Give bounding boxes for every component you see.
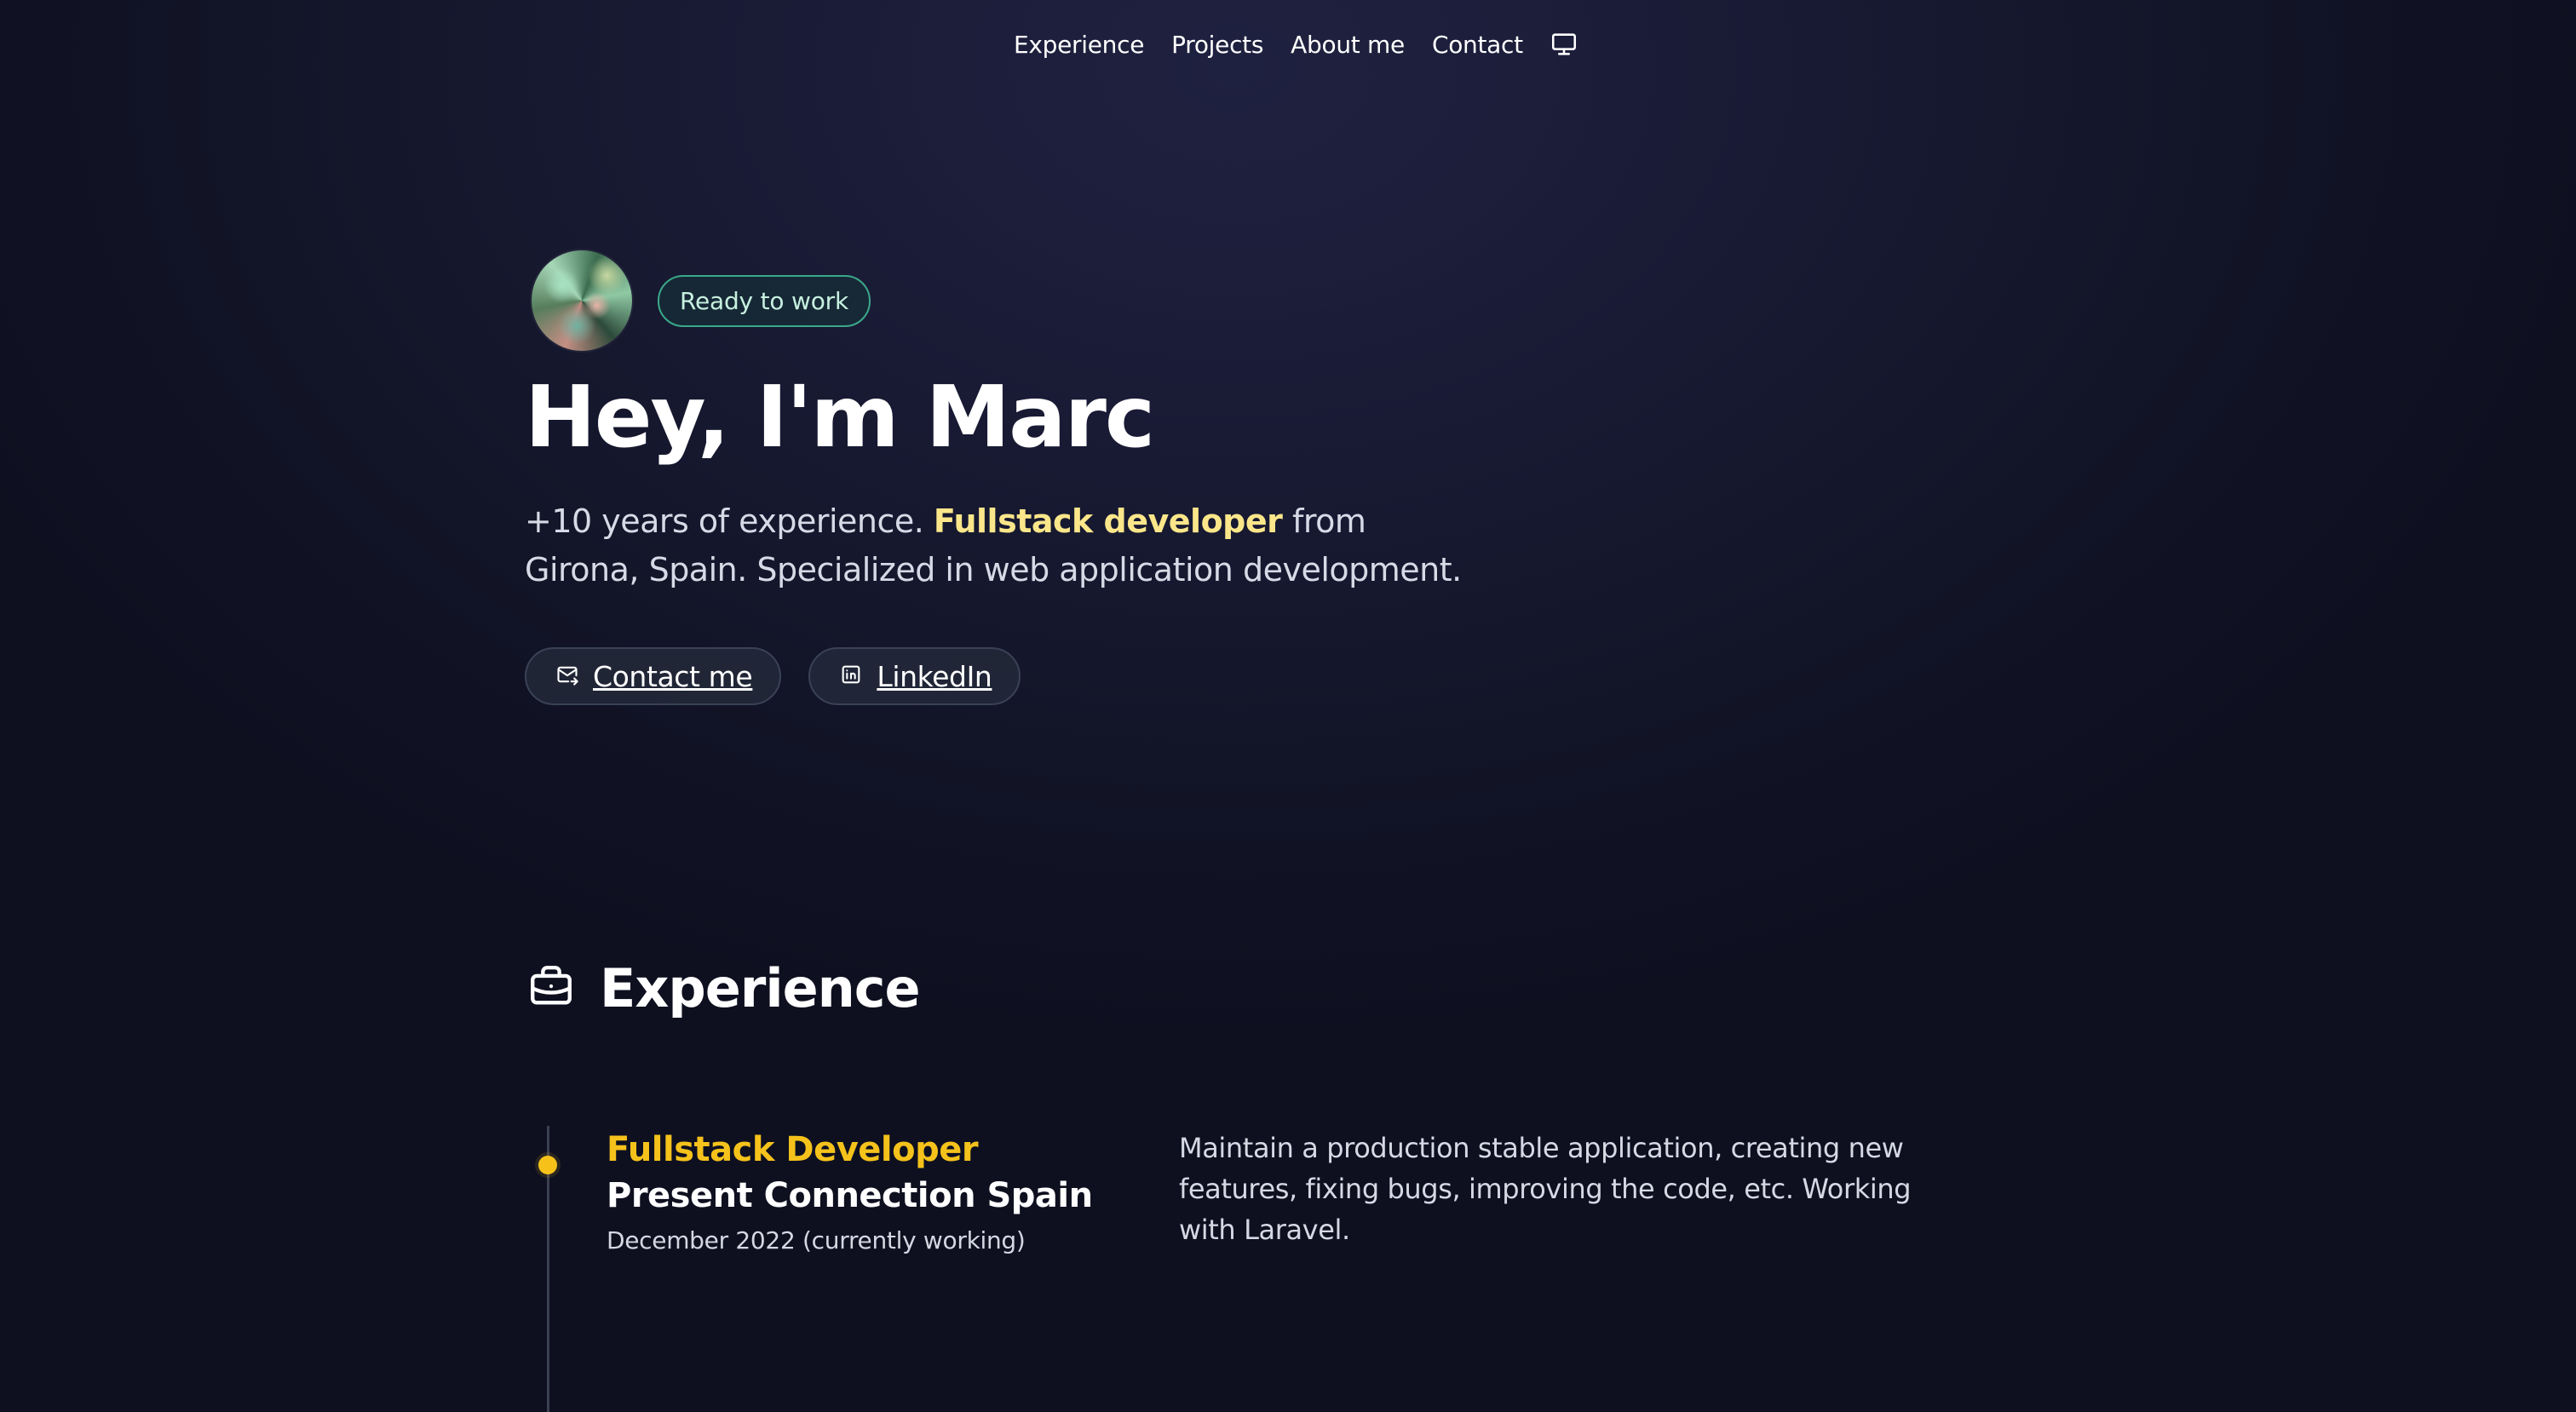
briefcase-icon — [526, 961, 576, 1015]
nav-link-projects[interactable]: Projects — [1171, 31, 1263, 59]
experience-item: Fullstack Developer Present Connection S… — [607, 1128, 1135, 1254]
experience-title: Experience — [600, 957, 921, 1019]
top-nav: Experience Projects About me Contact — [0, 24, 2576, 65]
monitor-icon[interactable] — [1549, 30, 1579, 59]
job-description: Maintain a production stable application… — [1179, 1132, 1912, 1246]
contact-me-label: Contact me — [593, 659, 753, 693]
job-date: December 2022 (currently working) — [607, 1226, 1026, 1254]
cta-row: Contact me LinkedIn — [525, 647, 1547, 705]
nav-links: Experience Projects About me Contact — [1014, 24, 1579, 65]
mail-icon — [555, 660, 579, 693]
hero-header: Ready to work — [532, 250, 1547, 351]
linkedin-button[interactable]: LinkedIn — [808, 647, 1021, 705]
experience-header: Experience — [526, 957, 921, 1019]
intro-text-before: +10 years of experience. — [525, 502, 934, 540]
status-badge: Ready to work — [658, 274, 871, 327]
hero-section: Ready to work Hey, I'm Marc +10 years of… — [525, 250, 1547, 705]
timeline-dot — [538, 1156, 557, 1174]
linkedin-label: LinkedIn — [877, 659, 992, 693]
job-role: Fullstack Developer — [607, 1130, 979, 1169]
job-company: Present Connection Spain — [607, 1176, 1093, 1215]
nav-link-contact[interactable]: Contact — [1432, 31, 1523, 59]
nav-link-about-me[interactable]: About me — [1291, 31, 1405, 59]
intro-highlight: Fullstack developer — [933, 502, 1283, 540]
page-title: Hey, I'm Marc — [525, 367, 1155, 467]
linkedin-icon — [839, 660, 863, 693]
contact-me-button[interactable]: Contact me — [525, 647, 782, 705]
nav-link-experience[interactable]: Experience — [1014, 31, 1144, 59]
avatar — [532, 250, 632, 351]
intro-text: +10 years of experience. Fullstack devel… — [525, 497, 1479, 594]
